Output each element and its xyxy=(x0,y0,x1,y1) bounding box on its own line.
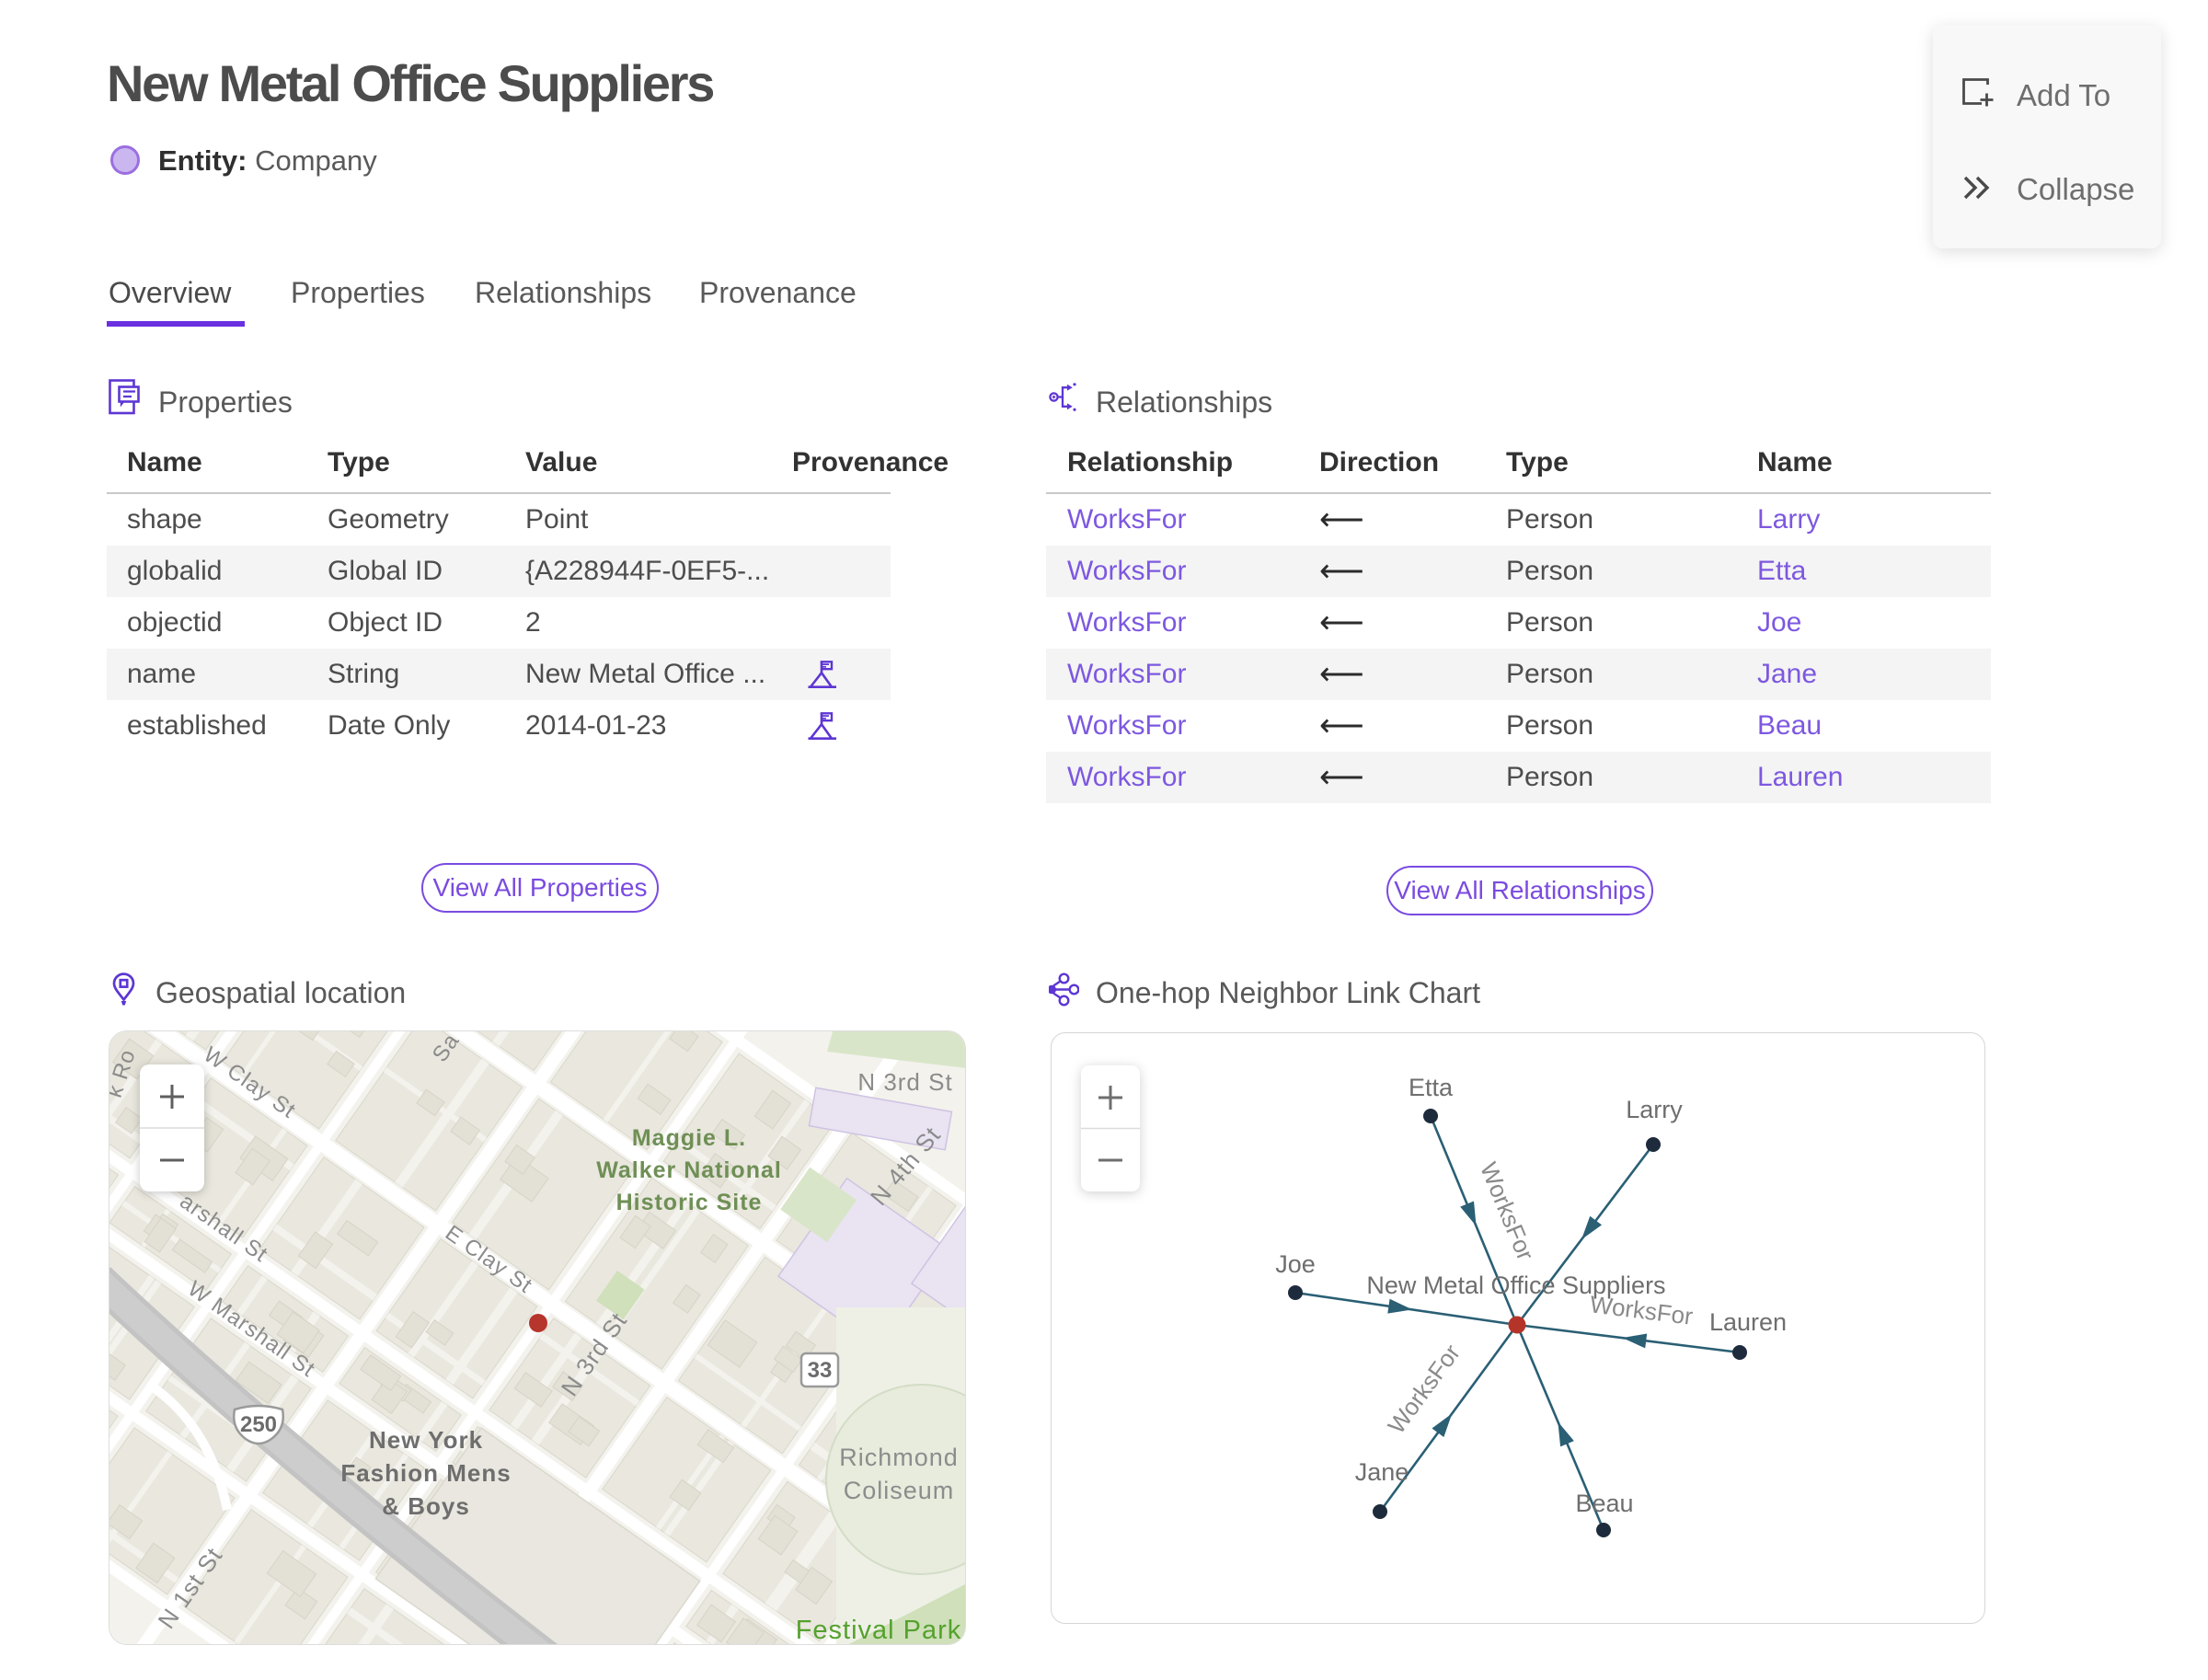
svg-text:250: 250 xyxy=(240,1412,277,1437)
svg-text:Joe: Joe xyxy=(1275,1250,1316,1278)
svg-text:Lauren: Lauren xyxy=(1709,1308,1787,1336)
svg-text:WorksFor: WorksFor xyxy=(1589,1290,1695,1329)
svg-text:& Boys: & Boys xyxy=(382,1492,470,1520)
svg-text:33: 33 xyxy=(808,1358,833,1383)
svg-text:Walker National: Walker National xyxy=(596,1157,782,1183)
svg-text:Larry: Larry xyxy=(1626,1096,1683,1123)
svg-text:Beau: Beau xyxy=(1575,1490,1633,1517)
svg-text:N 3rd St: N 3rd St xyxy=(857,1068,952,1096)
svg-text:Festival Park: Festival Park xyxy=(796,1616,962,1645)
svg-text:Fashion Mens: Fashion Mens xyxy=(340,1459,511,1487)
svg-text:Jane: Jane xyxy=(1355,1458,1409,1486)
svg-text:WorksFor: WorksFor xyxy=(1382,1339,1466,1438)
svg-text:Coliseum: Coliseum xyxy=(844,1477,955,1504)
svg-text:New York: New York xyxy=(369,1426,483,1454)
svg-text:Etta: Etta xyxy=(1409,1074,1454,1101)
svg-text:Richmond: Richmond xyxy=(839,1444,959,1471)
svg-text:Maggie L.: Maggie L. xyxy=(632,1125,746,1151)
svg-text:Historic Site: Historic Site xyxy=(616,1190,763,1215)
